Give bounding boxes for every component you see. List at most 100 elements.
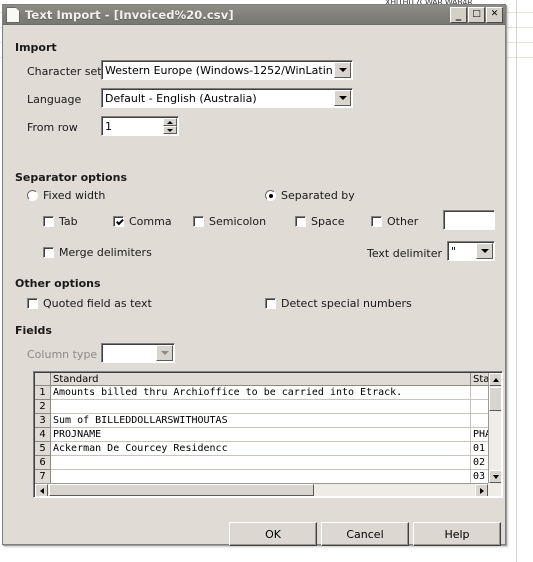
dialog-title: Text Import - [Invoiced%20.csv]: [25, 7, 234, 22]
space-checkbox[interactable]: Space: [295, 215, 345, 228]
tab-label: Tab: [59, 215, 78, 228]
ok-button[interactable]: OK: [229, 522, 317, 546]
data-preview-grid[interactable]: Standard Stan 1 Amounts billed thru Arch…: [33, 371, 503, 498]
horizontal-scroll-thumb[interactable]: [49, 484, 314, 496]
checkbox-icon: [43, 216, 54, 227]
checkbox-icon: [27, 298, 38, 309]
merge-delimiters-checkbox[interactable]: Merge delimiters: [43, 246, 152, 259]
quoted-field-as-text-label: Quoted field as text: [43, 297, 152, 310]
dialog-body: Import Character set Western Europe (Win…: [3, 25, 505, 546]
row-number: 5: [35, 442, 51, 456]
grid-column-header-1[interactable]: Standard: [51, 373, 471, 386]
character-set-combo[interactable]: Western Europe (Windows-1252/WinLatin 1): [101, 60, 353, 80]
checkbox-icon: [43, 247, 54, 258]
separated-by-label: Separated by: [281, 189, 355, 202]
row-number: 3: [35, 414, 51, 428]
minimize-button[interactable]: _: [450, 6, 467, 23]
grid-cell: [51, 456, 471, 470]
row-number: 6: [35, 456, 51, 470]
close-icon: ✕: [490, 9, 499, 19]
stepper-up-icon[interactable]: [163, 118, 177, 126]
stepper-buttons[interactable]: [163, 118, 177, 134]
separated-by-radio[interactable]: Separated by: [265, 189, 355, 202]
table-row: 7 03 I: [35, 470, 501, 484]
fixed-width-label: Fixed width: [43, 189, 106, 202]
column-type-combo[interactable]: [101, 343, 175, 363]
comma-label: Comma: [129, 215, 172, 228]
row-number: 2: [35, 400, 51, 414]
grid-corner-cell: [35, 373, 51, 386]
chevron-down-icon[interactable]: [476, 243, 493, 259]
separator-section-title: Separator options: [15, 171, 127, 184]
checkbox-icon: [113, 216, 124, 227]
text-import-dialog: Text Import - [Invoiced%20.csv] _ □ ✕ Im…: [2, 4, 506, 546]
grid-horizontal-scrollbar[interactable]: [35, 483, 501, 496]
scroll-down-button[interactable]: [489, 470, 501, 483]
language-label: Language: [27, 93, 82, 106]
other-separator-input[interactable]: [443, 210, 495, 230]
text-delimiter-label: Text delimiter: [367, 247, 442, 260]
import-section-title: Import: [15, 41, 57, 54]
column-type-value: [102, 344, 156, 362]
grid-cell: [51, 400, 471, 414]
row-number: 1: [35, 386, 51, 400]
other-label: Other: [387, 215, 419, 228]
scroll-up-button[interactable]: [489, 373, 501, 386]
from-row-label: From row: [27, 121, 78, 134]
quoted-field-as-text-checkbox[interactable]: Quoted field as text: [27, 297, 152, 310]
cancel-button[interactable]: Cancel: [321, 522, 409, 546]
grid-cell: Ackerman De Courcey Residencc: [51, 442, 471, 456]
checkbox-icon: [193, 216, 204, 227]
row-number: 7: [35, 470, 51, 484]
table-row: 4 PROJNAME PHAS: [35, 428, 501, 442]
grid-cell: PROJNAME: [51, 428, 471, 442]
fields-section-title: Fields: [15, 324, 52, 337]
text-delimiter-combo[interactable]: ": [447, 241, 495, 261]
table-row: 3 Sum of BILLEDDOLLARSWITHOUTAS: [35, 414, 501, 428]
maximize-button[interactable]: □: [468, 6, 485, 23]
grid-cell: [51, 470, 471, 484]
detect-special-numbers-label: Detect special numbers: [281, 297, 412, 310]
table-row: 2: [35, 400, 501, 414]
table-row: 6 02 I: [35, 456, 501, 470]
chevron-down-icon[interactable]: [334, 90, 351, 106]
semicolon-checkbox[interactable]: Semicolon: [193, 215, 266, 228]
semicolon-label: Semicolon: [209, 215, 267, 228]
dialog-titlebar[interactable]: Text Import - [Invoiced%20.csv] _ □ ✕: [3, 5, 505, 25]
chevron-down-icon[interactable]: [156, 345, 173, 361]
language-value: Default - English (Australia): [105, 91, 257, 105]
detect-special-numbers-checkbox[interactable]: Detect special numbers: [265, 297, 412, 310]
vertical-scroll-thumb[interactable]: [489, 387, 501, 411]
grid-header-row: Standard Stan: [35, 373, 501, 386]
from-row-value: 1: [105, 119, 112, 133]
document-icon: [6, 6, 20, 23]
scroll-left-button[interactable]: [35, 484, 48, 496]
row-number: 4: [35, 428, 51, 442]
tab-checkbox[interactable]: Tab: [43, 215, 78, 228]
checkbox-icon: [295, 216, 306, 227]
from-row-stepper[interactable]: 1: [101, 116, 179, 136]
stepper-down-icon[interactable]: [163, 126, 177, 134]
background-grid-line: [516, 0, 517, 562]
character-set-value: Western Europe (Windows-1252/WinLatin 1): [105, 63, 334, 77]
merge-delimiters-label: Merge delimiters: [59, 246, 152, 259]
space-label: Space: [311, 215, 345, 228]
minimize-icon: _: [455, 7, 462, 21]
radio-icon: [27, 190, 38, 201]
scroll-right-button[interactable]: [475, 484, 488, 496]
close-button[interactable]: ✕: [486, 6, 503, 23]
table-row: 1 Amounts billed thru Archioffice to be …: [35, 386, 501, 400]
fixed-width-radio[interactable]: Fixed width: [27, 189, 105, 202]
checkbox-icon: [265, 298, 276, 309]
other-checkbox[interactable]: Other: [371, 215, 418, 228]
table-row: 5 Ackerman De Courcey Residencc 01 :: [35, 442, 501, 456]
checkbox-icon: [371, 216, 382, 227]
grid-vertical-scrollbar[interactable]: [488, 373, 501, 483]
comma-checkbox[interactable]: Comma: [113, 215, 172, 228]
language-combo[interactable]: Default - English (Australia): [101, 88, 353, 108]
chevron-down-icon[interactable]: [334, 62, 351, 78]
help-button[interactable]: Help: [413, 522, 501, 546]
maximize-icon: □: [472, 9, 481, 19]
grid-cell: Sum of BILLEDDOLLARSWITHOUTAS: [51, 414, 471, 428]
text-delimiter-value: ": [451, 244, 457, 258]
